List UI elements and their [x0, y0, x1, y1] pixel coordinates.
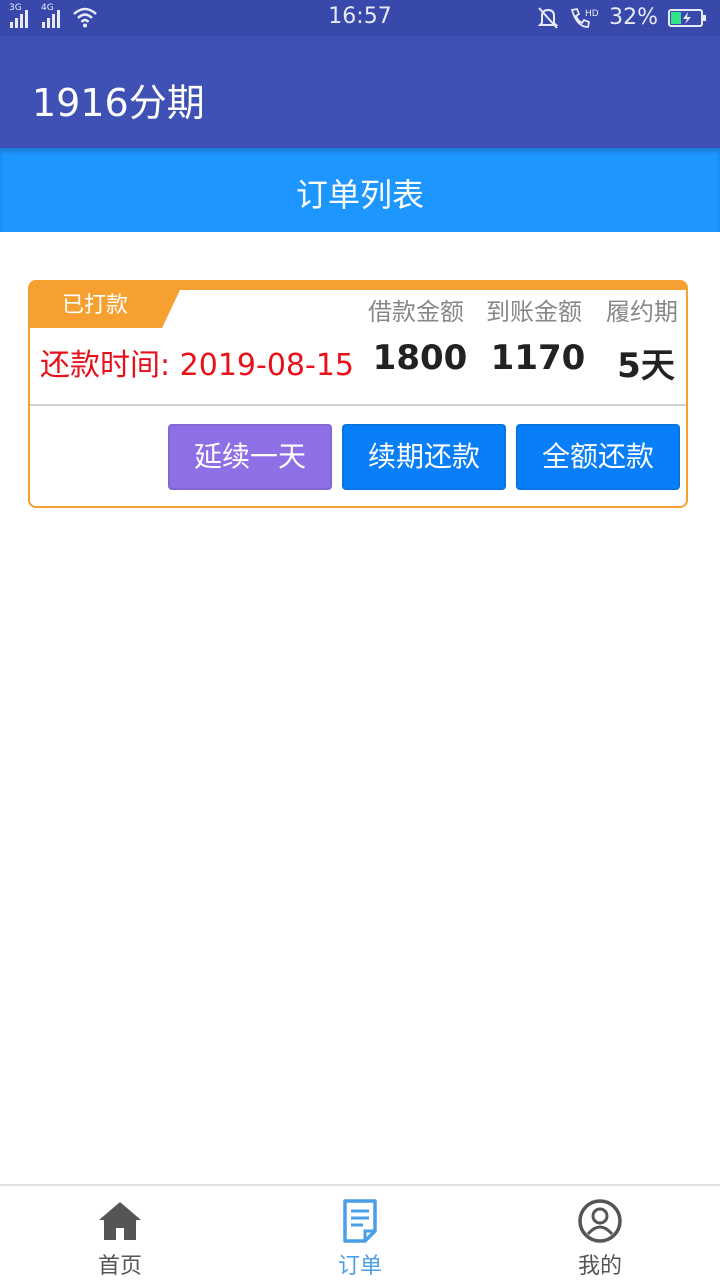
- loan-amount: 1800: [372, 338, 468, 378]
- extend-one-day-button[interactable]: 延续一天: [168, 424, 332, 490]
- app-bar: 1916分期: [0, 36, 720, 148]
- renew-repay-button[interactable]: 续期还款: [342, 424, 506, 490]
- svg-text:HD: HD: [585, 9, 599, 19]
- page-title: 订单列表: [295, 176, 424, 214]
- nav-item-profile[interactable]: 我的: [480, 1186, 720, 1280]
- profile-icon: [578, 1199, 622, 1243]
- nav-label-home: 首页: [97, 1254, 142, 1279]
- term-value: 5天: [617, 346, 675, 386]
- received-amount: 1170: [490, 338, 586, 378]
- app-title: 1916分期: [32, 81, 205, 125]
- card-divider: [30, 404, 686, 406]
- home-icon: [99, 1202, 141, 1240]
- nav-label-orders: 订单: [337, 1254, 382, 1279]
- nav-item-home[interactable]: 首页: [0, 1186, 240, 1280]
- nav-item-orders[interactable]: 订单: [240, 1186, 480, 1280]
- column-received-amount: 到账金额: [486, 298, 582, 326]
- bottom-nav: 首页 订单 我的: [0, 1184, 720, 1280]
- mute-bell-icon: [537, 6, 559, 29]
- status-right: HD 32%: [537, 5, 708, 30]
- hd-call-icon: HD: [570, 7, 599, 28]
- order-card[interactable]: 已打款 借款金额 到账金额 履约期 还款时间: 2019-08-15 1800 …: [28, 280, 688, 508]
- battery-charging-icon: [668, 8, 706, 27]
- order-list-icon: [343, 1199, 377, 1243]
- battery-percent: 32%: [609, 5, 658, 30]
- status-bar: 3G 4G 16:57 HD 32%: [0, 0, 720, 36]
- column-loan-amount: 借款金额: [368, 298, 464, 326]
- repay-time: 还款时间: 2019-08-15: [40, 348, 354, 383]
- section-header: 订单列表: [0, 148, 720, 232]
- status-badge: 已打款: [30, 290, 180, 328]
- column-term: 履约期: [606, 298, 678, 326]
- full-repay-button[interactable]: 全额还款: [516, 424, 680, 490]
- nav-label-profile: 我的: [577, 1254, 622, 1279]
